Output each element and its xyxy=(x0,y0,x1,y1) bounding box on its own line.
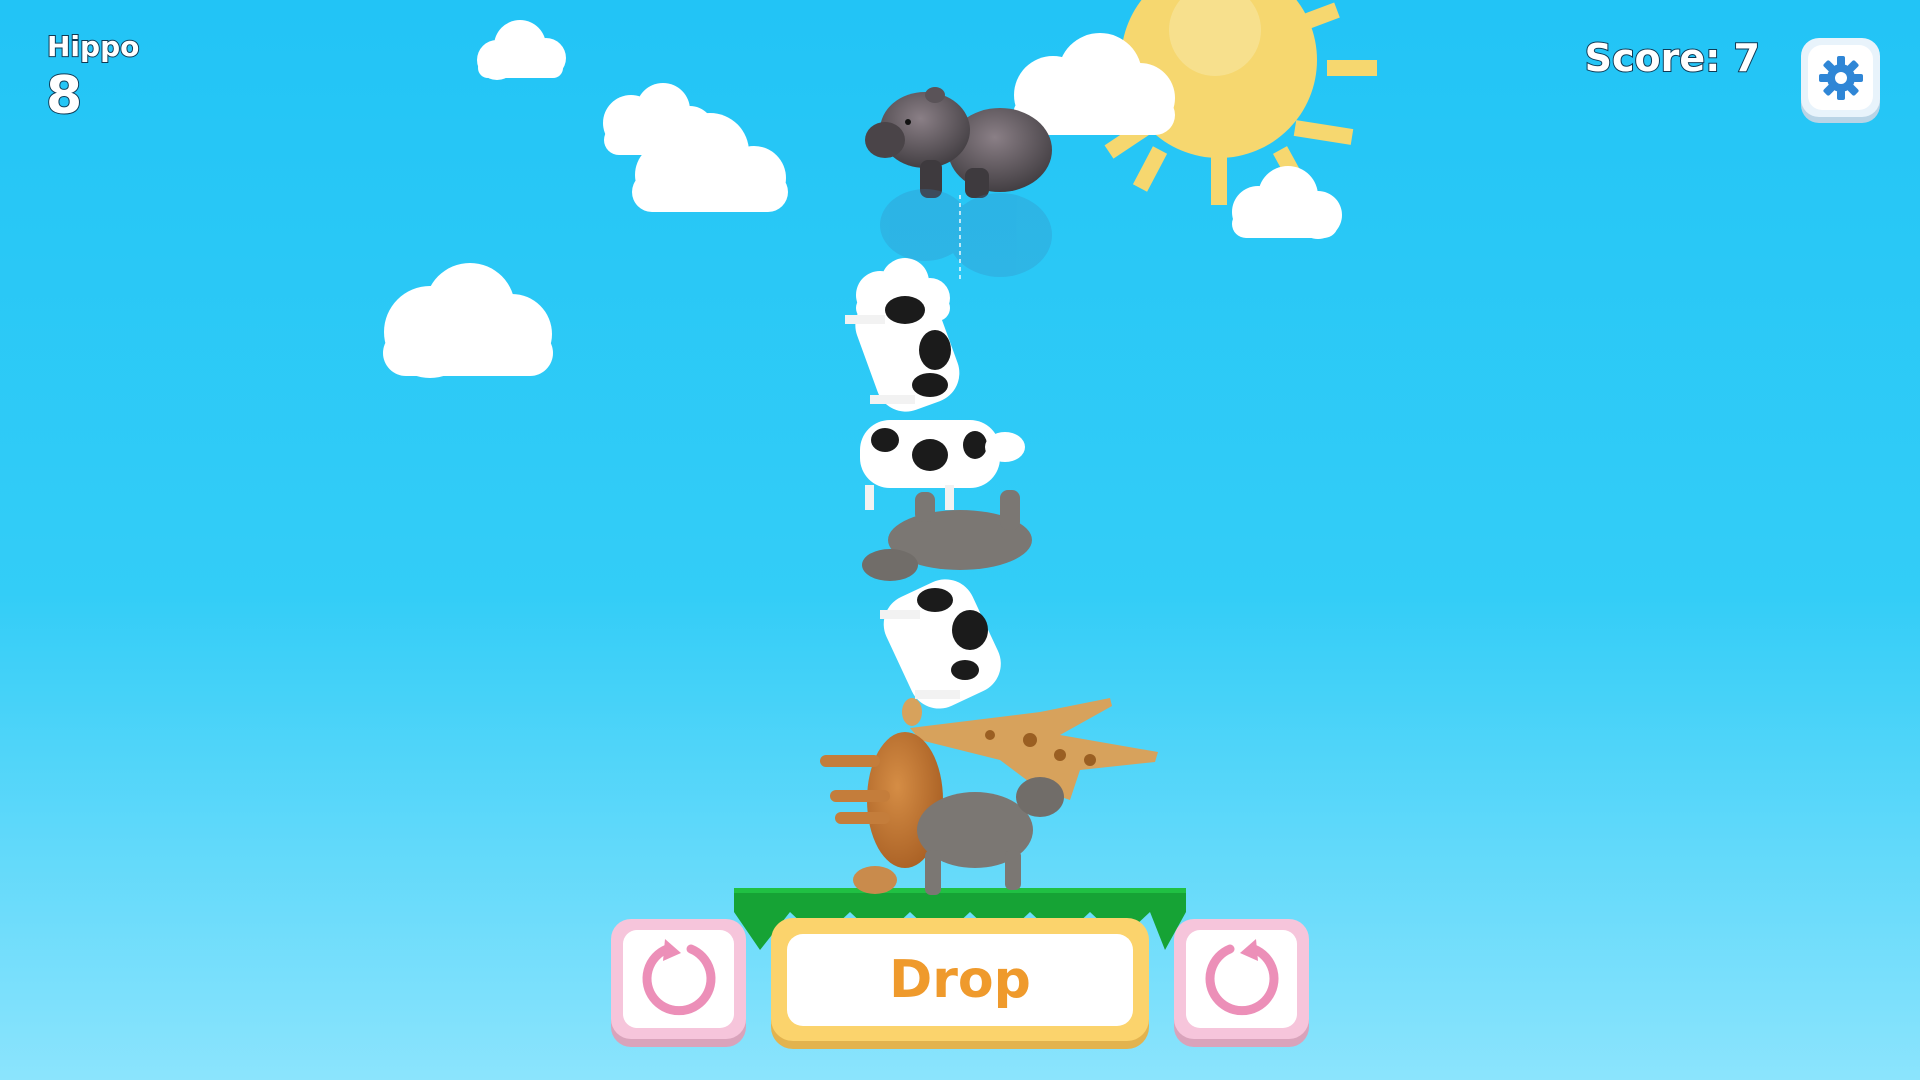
rotate-left-button-face xyxy=(623,930,734,1028)
rotate-left-button[interactable] xyxy=(611,919,746,1039)
cloud xyxy=(1232,166,1342,239)
rotate-right-button[interactable] xyxy=(1174,919,1309,1039)
rotate-icon xyxy=(1205,939,1278,1016)
rotate-right-button-face xyxy=(1186,930,1297,1028)
gear-icon xyxy=(1818,55,1863,100)
cloud xyxy=(477,20,566,80)
stacked-cow xyxy=(880,579,1001,709)
drop-button-label: Drop xyxy=(889,949,1031,1010)
drop-button[interactable]: Drop xyxy=(771,918,1149,1041)
drop-button-face: Drop xyxy=(787,933,1133,1026)
current-animal-name: Hippo xyxy=(46,29,140,64)
score-label: Score: 7 xyxy=(1584,35,1761,81)
settings-button[interactable] xyxy=(1801,38,1880,117)
cloud xyxy=(383,263,553,378)
settings-button-face xyxy=(1808,45,1873,110)
remaining-count: 8 xyxy=(45,65,83,127)
rotate-icon xyxy=(642,939,715,1016)
